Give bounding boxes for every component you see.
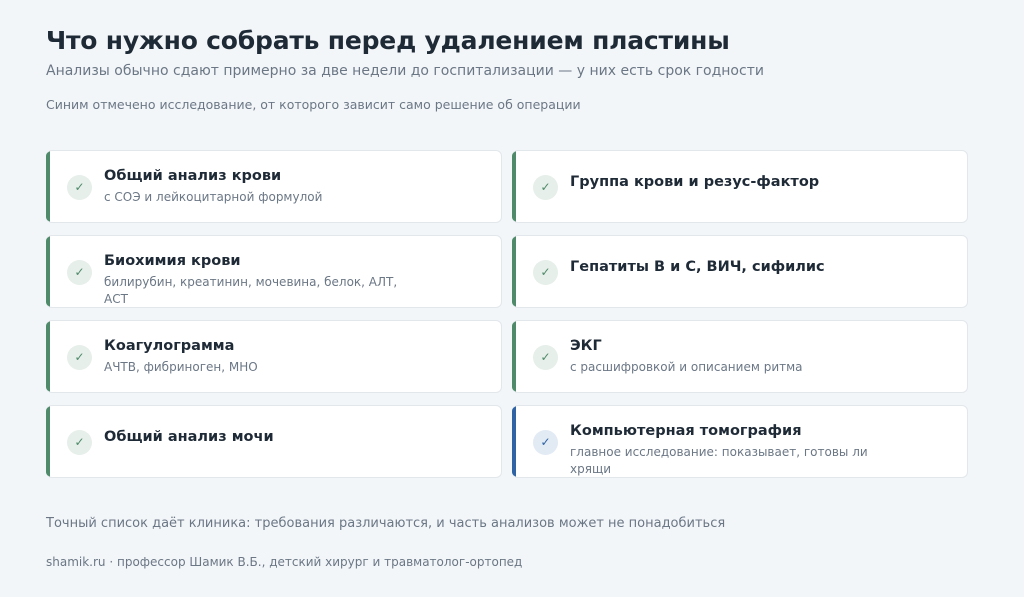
checklist-card: ✓ Гепатиты B и C, ВИЧ, сифилис <box>512 235 968 308</box>
card-title: Общий анализ мочи <box>104 429 274 445</box>
card-title: Гепатиты B и C, ВИЧ, сифилис <box>570 259 825 275</box>
check-icon: ✓ <box>533 345 558 370</box>
source-credit: shamik.ru · профессор Шамик В.Б., детски… <box>46 555 523 569</box>
page: Что нужно собрать перед удалением пласти… <box>0 0 1024 597</box>
legend-note: Синим отмечено исследование, от которого… <box>46 97 581 112</box>
checklist-card: ✓ Коагулограмма АЧТВ, фибриноген, МНО <box>46 320 502 393</box>
card-title: Биохимия крови <box>104 253 241 269</box>
check-icon: ✓ <box>67 260 92 285</box>
checklist-card: ✓ Общий анализ крови с СОЭ и лейкоцитарн… <box>46 150 502 223</box>
page-title: Что нужно собрать перед удалением пласти… <box>46 26 730 55</box>
card-title: Группа крови и резус-фактор <box>570 174 820 190</box>
card-title: ЭКГ <box>570 338 602 354</box>
check-icon: ✓ <box>67 345 92 370</box>
checklist-card: ✓ Группа крови и резус-фактор <box>512 150 968 223</box>
card-subtitle: с СОЭ и лейкоцитарной формулой <box>104 190 323 204</box>
card-subtitle: билирубин, креатинин, мочевина, белок, А… <box>104 275 398 306</box>
check-icon: ✓ <box>533 430 558 455</box>
check-icon: ✓ <box>67 175 92 200</box>
card-title: Компьютерная томография <box>570 423 802 439</box>
check-icon: ✓ <box>67 430 92 455</box>
checklist-card: ✓ Биохимия крови билирубин, креатинин, м… <box>46 235 502 308</box>
check-icon: ✓ <box>533 260 558 285</box>
checklist-card-primary: ✓ Компьютерная томография главное исслед… <box>512 405 968 478</box>
card-subtitle: главное исследование: показывает, готовы… <box>570 445 868 476</box>
checklist-card: ✓ ЭКГ с расшифровкой и описанием ритма <box>512 320 968 393</box>
check-icon: ✓ <box>533 175 558 200</box>
card-title: Коагулограмма <box>104 338 235 354</box>
checklist-card: ✓ Общий анализ мочи <box>46 405 502 478</box>
page-subtitle: Анализы обычно сдают примерно за две нед… <box>46 63 764 79</box>
card-title: Общий анализ крови <box>104 168 282 184</box>
card-subtitle: с расшифровкой и описанием ритма <box>570 360 803 374</box>
checklist-grid: ✓ Общий анализ крови с СОЭ и лейкоцитарн… <box>46 150 968 478</box>
footnote: Точный список даёт клиника: требования р… <box>46 516 726 531</box>
card-subtitle: АЧТВ, фибриноген, МНО <box>104 360 258 374</box>
